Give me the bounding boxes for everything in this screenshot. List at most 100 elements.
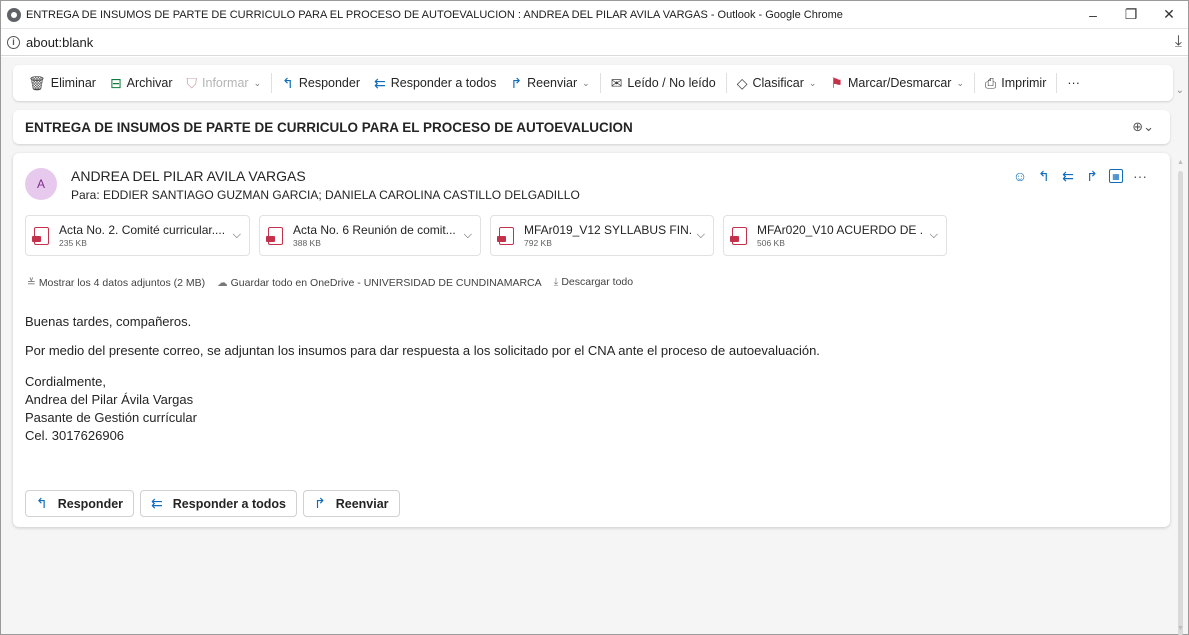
signature-name: Andrea del Pilar Ávila Vargas: [25, 392, 194, 407]
attachment-item[interactable]: MFAr020_V10 ACUERDO DE ... 506 KB ⌵: [723, 215, 947, 256]
chevron-down-icon[interactable]: ⌵: [697, 229, 705, 242]
forward-icon[interactable]: ↱: [1080, 165, 1104, 187]
forward-icon: ↱: [510, 74, 523, 91]
scroll-down-icon[interactable]: ▼: [1177, 625, 1184, 632]
attachment-size: 388 KB: [293, 238, 321, 248]
report-button[interactable]: ⛉ Informar ⌄: [180, 69, 269, 97]
pdf-file-icon: [32, 226, 49, 245]
scroll-thumb[interactable]: [1178, 171, 1183, 635]
email-subject: ENTREGA DE INSUMOS DE PARTE DE CURRICULO…: [25, 119, 633, 135]
attachment-size: 792 KB: [524, 238, 552, 248]
envelope-open-icon: ✉: [610, 74, 623, 91]
command-toolbar: 🗑 Eliminar ⊟ Archivar ⛉ Informar ⌄ ↰ Res…: [13, 65, 1173, 101]
toolbar-divider: [1056, 73, 1058, 93]
attachment-item[interactable]: Acta No. 2. Comité curricular.... 235 KB…: [25, 215, 250, 256]
chevron-down-icon[interactable]: ⌵: [233, 229, 241, 242]
signature-role: Pasante de Gestión currícular: [25, 410, 197, 425]
reply-all-label: Responder a todos: [390, 76, 497, 90]
forward-footer-label: Reenviar: [335, 496, 389, 511]
zoom-icon[interactable]: ⊕⌄: [1132, 119, 1154, 135]
forward-label: Reenviar: [527, 76, 578, 90]
tag-icon: ◇: [736, 74, 748, 91]
attachment-item[interactable]: MFAr019_V12 SYLLABUS FIN... 792 KB ⌵: [490, 215, 714, 256]
window-title: ENTREGA DE INSUMOS DE PARTE DE CURRICULO…: [26, 8, 843, 21]
attachment-list: Acta No. 2. Comité curricular.... 235 KB…: [25, 215, 947, 256]
chevron-down-icon: ⌄: [956, 77, 965, 88]
reply-all-icon[interactable]: ⇇: [1056, 165, 1080, 187]
more-icon[interactable]: ···: [1128, 165, 1152, 187]
read-unread-button[interactable]: ✉ Leído / No leído: [604, 69, 723, 97]
reply-icon[interactable]: ↰: [1032, 165, 1056, 187]
save-onedrive-link[interactable]: ☁ Guardar todo en OneDrive - UNIVERSIDAD …: [217, 277, 542, 289]
show-attachments-link[interactable]: ≚ Mostrar los 4 datos adjuntos (2 MB): [27, 277, 205, 289]
info-icon[interactable]: i: [7, 35, 20, 49]
reply-all-footer-label: Responder a todos: [172, 496, 286, 511]
archive-label: Archivar: [126, 76, 173, 90]
scroll-up-icon[interactable]: ▲: [1177, 159, 1184, 166]
flag-button[interactable]: ⚑ Marcar/Desmarcar ⌄: [823, 69, 971, 97]
archive-button[interactable]: ⊟ Archivar: [103, 69, 180, 97]
report-label: Informar: [202, 76, 249, 90]
trash-icon: 🗑: [28, 74, 46, 91]
url-text[interactable]: about:blank: [26, 35, 1175, 50]
apps-icon[interactable]: ▦: [1109, 169, 1123, 183]
chrome-icon: [7, 7, 21, 22]
closing: Cordialmente,: [25, 374, 106, 389]
attachment-item[interactable]: Acta No. 6 Reunión de comit... 388 KB ⌵: [259, 215, 481, 256]
address-bar: i about:blank ⤓: [1, 29, 1188, 56]
restore-button[interactable]: ❐: [1112, 1, 1150, 29]
greeting: Buenas tardes, compañeros.: [25, 314, 192, 329]
toolbar-divider: [271, 73, 273, 93]
forward-button[interactable]: ↱ Reenviar ⌄: [503, 69, 596, 97]
toolbar-divider: [974, 73, 976, 93]
delete-button[interactable]: 🗑 Eliminar: [21, 69, 103, 97]
vertical-scrollbar[interactable]: ▲ ▼: [1174, 159, 1187, 635]
toolbar-divider: [725, 73, 727, 93]
expand-chevrons-icon: ≚: [27, 276, 36, 289]
reply-footer-button[interactable]: ↰ Responder: [25, 490, 135, 517]
avatar[interactable]: A: [25, 168, 57, 200]
print-button[interactable]: ⎙ Imprimir: [978, 69, 1053, 97]
reply-button[interactable]: ↰ Responder: [275, 69, 367, 97]
reply-all-icon: ⇇: [151, 495, 163, 511]
flag-label: Marcar/Desmarcar: [847, 76, 952, 90]
pdf-file-icon: [497, 226, 514, 245]
categorize-button[interactable]: ◇ Clasificar ⌄: [730, 69, 824, 97]
attachment-size: 506 KB: [757, 238, 785, 248]
outlook-content: 🗑 Eliminar ⊟ Archivar ⛉ Informar ⌄ ↰ Res…: [1, 57, 1188, 635]
print-label: Imprimir: [1001, 76, 1047, 90]
chevron-down-icon: ⌄: [253, 77, 262, 88]
reply-footer-label: Responder: [57, 496, 124, 511]
download-all-link[interactable]: ⤓ Descargar todo: [554, 276, 633, 289]
chevron-down-icon[interactable]: ⌵: [930, 229, 938, 242]
forward-icon: ↱: [313, 495, 326, 511]
forward-footer-button[interactable]: ↱ Reenviar: [302, 490, 400, 517]
reply-buttons: ↰ Responder ⇇ Responder a todos ↱ Reenvi…: [25, 490, 400, 517]
body-paragraph: Por medio del presente correo, se adjunt…: [25, 343, 820, 358]
shield-icon: ⛉: [186, 74, 198, 91]
attachment-name: MFAr019_V12 SYLLABUS FIN...: [524, 223, 691, 237]
reply-all-button[interactable]: ⇇ Responder a todos: [367, 69, 503, 97]
attachment-name: Acta No. 2. Comité curricular....: [59, 223, 226, 237]
emoji-icon[interactable]: ☺: [1008, 165, 1032, 187]
recipients-line[interactable]: Para: EDDIER SANTIAGO GUZMAN GARCIA; DAN…: [71, 188, 580, 202]
reply-all-icon: ⇇: [374, 74, 386, 91]
minimize-button[interactable]: –: [1074, 1, 1112, 29]
signature-phone: Cel. 3017626906: [25, 428, 125, 443]
more-actions-button[interactable]: ···: [1060, 69, 1087, 97]
ribbon-expand-chevron-icon[interactable]: ⌄: [1176, 85, 1184, 96]
browser-titlebar: ENTREGA DE INSUMOS DE PARTE DE CURRICULO…: [1, 1, 1188, 29]
delete-label: Eliminar: [50, 76, 96, 90]
cloud-icon: ☁: [217, 276, 228, 289]
message-actions: ☺ ↰ ⇇ ↱ ▦ ···: [1008, 165, 1152, 187]
close-button[interactable]: ✕: [1150, 1, 1188, 29]
message-card: A ANDREA DEL PILAR AVILA VARGAS Para: ED…: [13, 153, 1170, 527]
chevron-down-icon[interactable]: ⌵: [464, 229, 472, 242]
message-body: Buenas tardes, compañeros. Por medio del…: [25, 313, 820, 445]
save-onedrive-label: Guardar todo en OneDrive - UNIVERSIDAD D…: [230, 276, 542, 289]
reply-icon: ↰: [282, 74, 294, 91]
download-all-label: Descargar todo: [561, 276, 634, 288]
reply-all-footer-button[interactable]: ⇇ Responder a todos: [140, 490, 297, 517]
download-icon[interactable]: ⤓: [1175, 33, 1182, 51]
sender-name[interactable]: ANDREA DEL PILAR AVILA VARGAS: [71, 168, 306, 184]
